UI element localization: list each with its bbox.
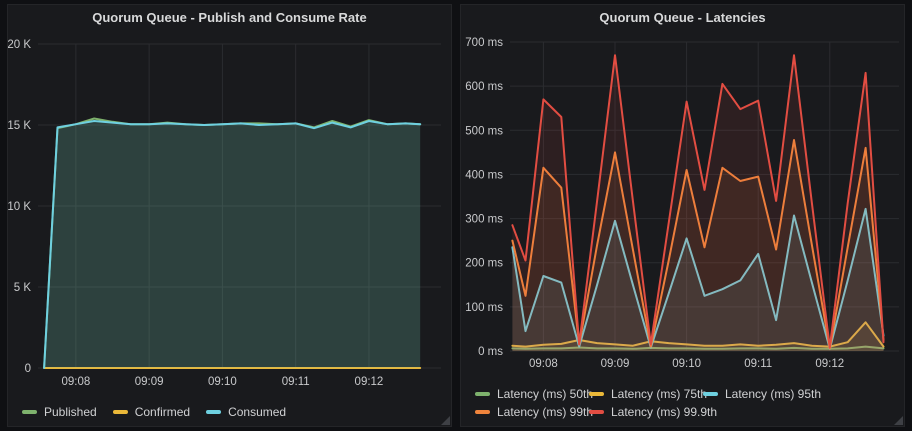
- series-swatch-icon: [206, 410, 221, 414]
- y-axis-tick-label: 10 K: [8, 201, 31, 213]
- panel-title-latencies[interactable]: Quorum Queue - Latencies: [461, 5, 904, 31]
- legend-label: Latency (ms) 99.9th: [611, 405, 717, 419]
- legend-label: Confirmed: [135, 405, 190, 419]
- legend-label: Latency (ms) 75th: [611, 387, 707, 401]
- series-swatch-icon: [703, 392, 718, 396]
- legend-item[interactable]: Latency (ms) 99th: [475, 403, 589, 421]
- series-swatch-icon: [475, 410, 490, 414]
- y-axis-tick-label: 0 ms: [478, 346, 503, 358]
- y-axis-tick-label: 600 ms: [465, 81, 503, 93]
- panel-resize-handle-icon[interactable]: [894, 416, 903, 425]
- latencies-chart[interactable]: 0 ms 100 ms 200 ms 300 ms 400 ms 500 ms 600 ms…: [461, 31, 904, 384]
- series-swatch-icon: [589, 392, 604, 396]
- series-swatch-icon: [113, 410, 128, 414]
- x-axis-tick-label: 09:11: [744, 358, 772, 370]
- legend-item[interactable]: Latency (ms) 99.9th: [589, 403, 703, 421]
- y-axis-tick-label: 200 ms: [465, 258, 503, 270]
- series-swatch-icon: [589, 410, 604, 414]
- y-axis-tick-label: 700 ms: [465, 37, 503, 49]
- y-axis-tick-label: 5 K: [14, 282, 32, 294]
- legend-item[interactable]: Published: [22, 403, 97, 421]
- series-swatch-icon: [475, 392, 490, 396]
- panel-publish-consume-rate: Quorum Queue - Publish and Consume Rate …: [7, 4, 452, 427]
- x-axis-tick-label: 09:12: [355, 376, 384, 388]
- legend-publish-consume: Published Confirmed Consumed: [8, 403, 451, 426]
- x-axis-tick-label: 09:08: [529, 358, 558, 370]
- legend-item[interactable]: Consumed: [206, 403, 286, 421]
- latencies-chart-area: 0 ms 100 ms 200 ms 300 ms 400 ms 500 ms 600 ms…: [461, 31, 904, 385]
- legend-label: Latency (ms) 50th: [497, 387, 593, 401]
- x-axis-tick-label: 09:10: [672, 358, 701, 370]
- legend-label: Published: [44, 405, 97, 419]
- y-axis-tick-label: 100 ms: [465, 302, 503, 314]
- grafana-dashboard: Quorum Queue - Publish and Consume Rate …: [0, 0, 912, 431]
- y-axis-tick-label: 300 ms: [465, 214, 503, 226]
- x-axis-tick-label: 09:12: [815, 358, 844, 370]
- legend-label: Latency (ms) 99th: [497, 405, 593, 419]
- publish-consume-rate-chart[interactable]: 0 5 K 10 K 15 K 20 K 09:08 09:09 09:10 09:11 09:1…: [8, 31, 451, 402]
- panel-latencies: Quorum Queue - Latencies 0 ms 100 ms 200 m…: [460, 4, 905, 427]
- legend-label: Consumed: [228, 405, 286, 419]
- x-axis-tick-label: 09:09: [135, 376, 164, 388]
- legend-item[interactable]: Confirmed: [113, 403, 190, 421]
- y-axis-tick-label: 0: [25, 363, 31, 375]
- x-axis-tick-label: 09:10: [208, 376, 237, 388]
- x-axis-tick-label: 09:09: [601, 358, 630, 370]
- series-fill-consumed: [44, 121, 420, 368]
- publish-consume-chart-area: 0 5 K 10 K 15 K 20 K 09:08 09:09 09:10 09:11 09:1…: [8, 31, 451, 403]
- y-axis-tick-label: 20 K: [8, 39, 31, 51]
- x-axis-tick-label: 09:11: [282, 376, 310, 388]
- x-axis-tick-label: 09:08: [61, 376, 90, 388]
- legend-item[interactable]: Latency (ms) 95th: [703, 385, 817, 403]
- legend-latencies: Latency (ms) 50thLatency (ms) 75thLatenc…: [461, 385, 904, 426]
- legend-item[interactable]: Latency (ms) 75th: [589, 385, 703, 403]
- y-axis-tick-label: 15 K: [8, 120, 31, 132]
- legend-item[interactable]: Latency (ms) 50th: [475, 385, 589, 403]
- y-axis-tick-label: 500 ms: [465, 125, 503, 137]
- panel-resize-handle-icon[interactable]: [441, 416, 450, 425]
- y-axis-tick-label: 400 ms: [465, 169, 503, 181]
- panel-title-publish-consume[interactable]: Quorum Queue - Publish and Consume Rate: [8, 5, 451, 31]
- legend-label: Latency (ms) 95th: [725, 387, 821, 401]
- series-swatch-icon: [22, 410, 37, 414]
